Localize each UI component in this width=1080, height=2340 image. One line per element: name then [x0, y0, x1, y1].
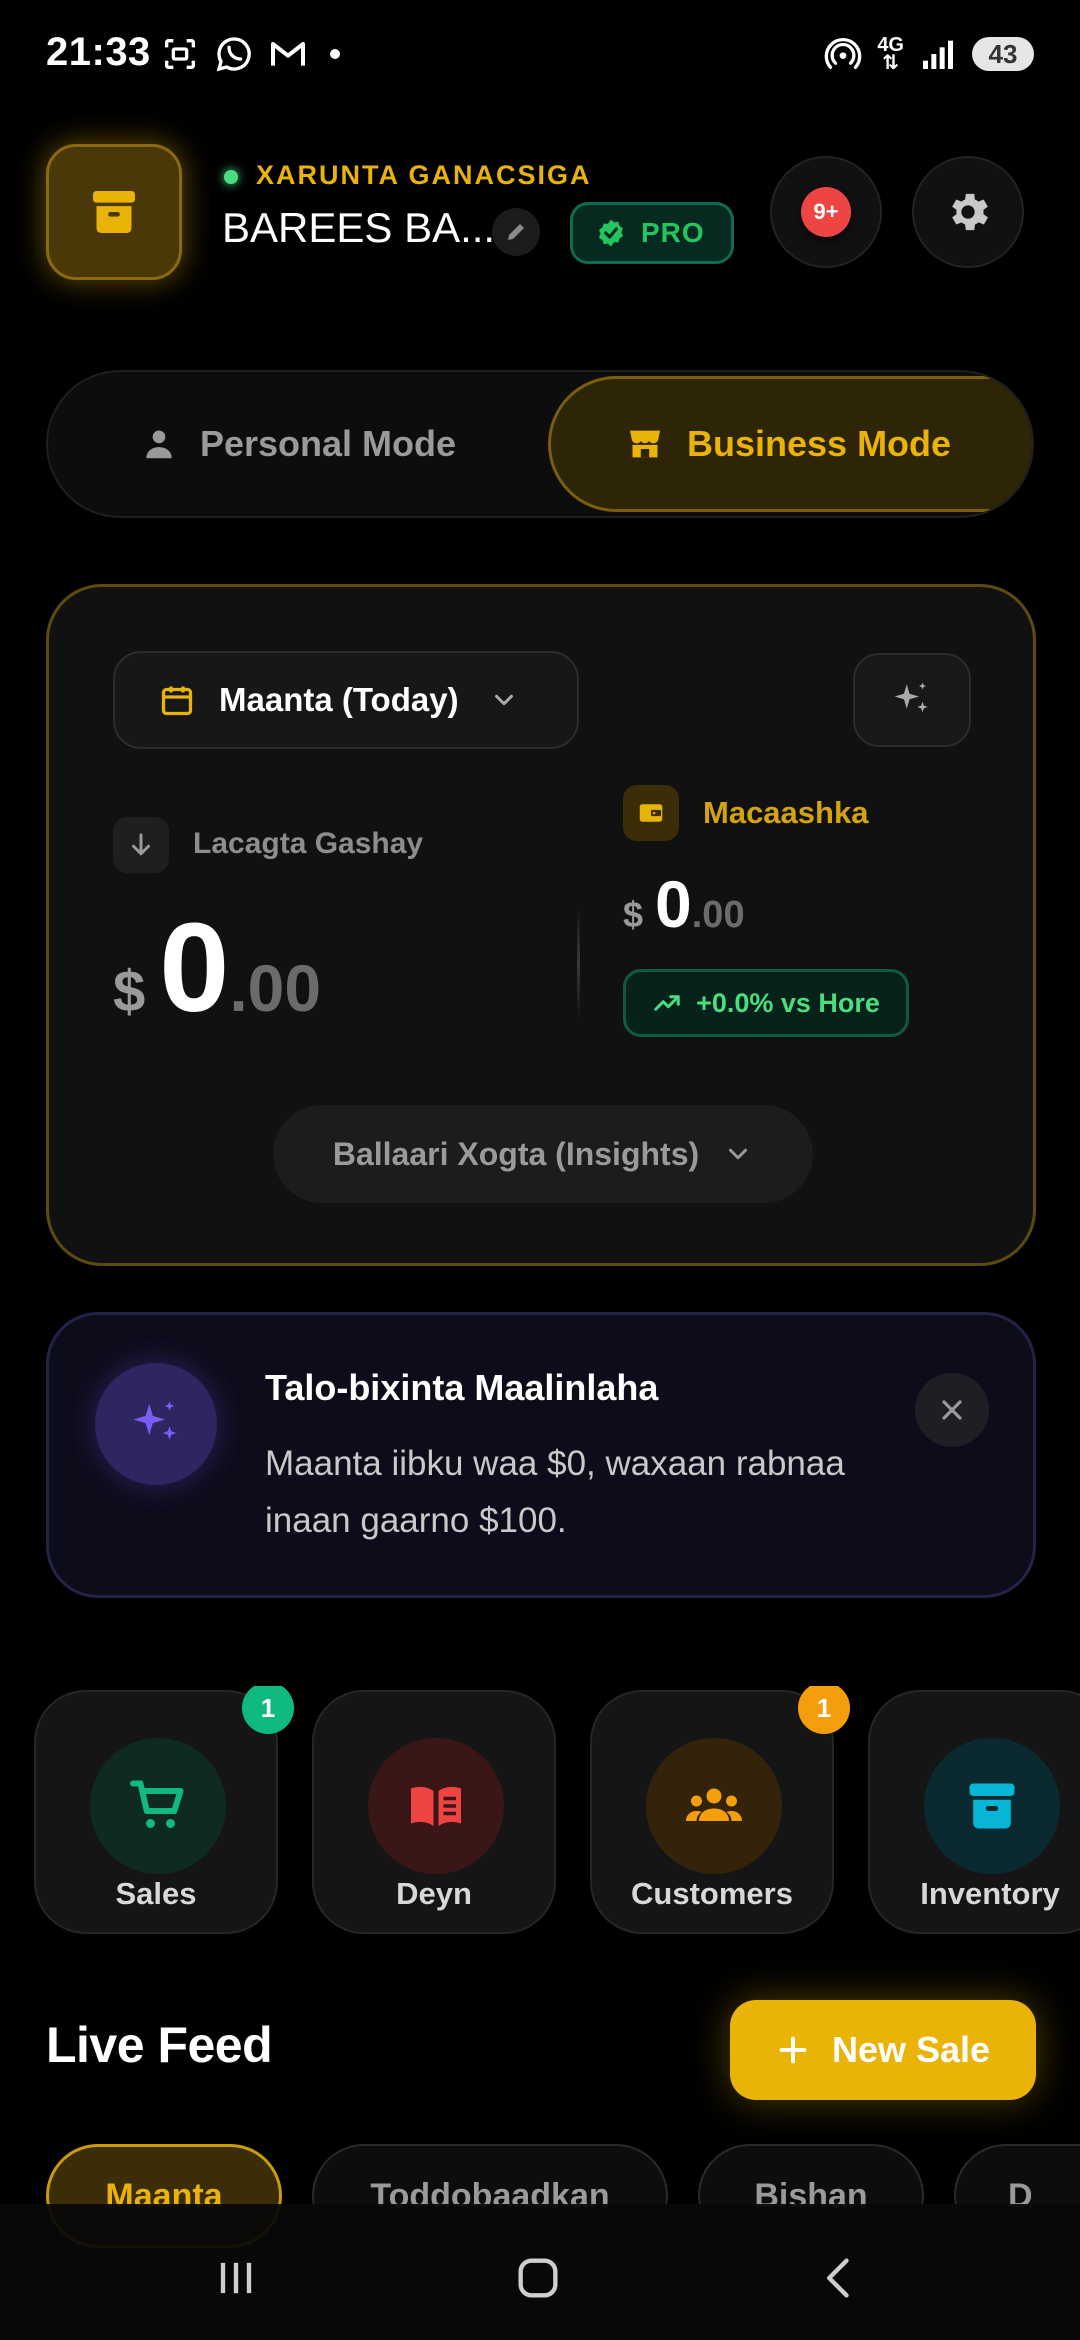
ai-assist-button[interactable] — [853, 653, 971, 747]
cart-icon — [130, 1780, 184, 1828]
sparkles-icon — [894, 682, 928, 713]
personal-mode-label: Personal Mode — [199, 423, 457, 464]
person-icon — [146, 430, 172, 459]
personal-mode-tab[interactable]: Personal Mode — [48, 372, 548, 516]
quick-action-label: Deyn — [396, 1876, 472, 1911]
arrow-down-icon — [132, 833, 150, 856]
chevron-down-icon — [494, 694, 513, 706]
hub-label: XARUNTA GANACSIGA — [256, 160, 592, 190]
back-button[interactable] — [810, 2248, 870, 2308]
date-range-label: Maanta (Today) — [219, 681, 459, 718]
edit-name-button[interactable] — [492, 208, 540, 256]
quick-action-deyn[interactable]: Deyn — [312, 1690, 556, 1934]
screenshot-icon — [165, 39, 195, 69]
close-icon — [942, 1400, 962, 1420]
battery-indicator: 43 — [972, 37, 1034, 71]
home-icon — [518, 2258, 558, 2298]
trend-text: +0.0% vs Hore — [696, 987, 880, 1018]
home-button[interactable] — [508, 2248, 568, 2308]
sparkles-icon — [133, 1401, 177, 1440]
deyn-icon-circle — [368, 1738, 504, 1874]
signal-icon — [923, 40, 953, 69]
pro-badge: PRO — [570, 202, 734, 264]
daily-forecast-card: Talo-bixinta Maalinlaha Maanta iibku waa… — [46, 1312, 1036, 1598]
profit-label: Macaashka — [703, 795, 869, 830]
daily-summary-card: Maanta (Today) Lacagta Gashay $ 0 .00 Ma… — [46, 584, 1036, 1266]
quick-action-inventory[interactable]: Inventory — [868, 1690, 1080, 1934]
income-currency: $ — [113, 959, 146, 1024]
quick-action-customers[interactable]: Customers 1 — [590, 1686, 850, 1934]
network-type: 4G ⇅ — [877, 34, 904, 74]
income-amount-decimal: .00 — [229, 951, 322, 1025]
plus-icon — [779, 2036, 807, 2064]
recents-button[interactable] — [206, 2248, 266, 2308]
archive-icon — [93, 191, 135, 233]
status-bar: 21:33 4G ⇅ 43 — [0, 0, 1080, 110]
divider — [577, 907, 580, 1019]
profit-amount-integer: 0 — [655, 867, 692, 941]
quick-action-label: Customers — [631, 1876, 793, 1911]
more-notifications-dot — [330, 49, 340, 59]
notification-count-badge: 9+ — [801, 187, 851, 237]
profit-amount: $ 0 .00 — [623, 871, 745, 937]
notification-icons — [160, 34, 340, 74]
trending-up-icon — [654, 995, 680, 1011]
business-mode-tab[interactable]: Business Mode — [548, 376, 1032, 512]
business-name[interactable]: BAREES BA... — [222, 204, 495, 252]
forecast-title: Talo-bixinta Maalinlaha — [265, 1367, 659, 1408]
online-status-dot — [224, 170, 238, 184]
users-icon — [686, 1788, 742, 1821]
income-indicator — [113, 817, 169, 873]
back-icon — [827, 2258, 849, 2298]
whatsapp-icon — [216, 37, 251, 72]
expand-insights-button[interactable]: Ballaari Xogta (Insights) — [273, 1105, 813, 1203]
sales-count-badge: 1 — [242, 1686, 294, 1734]
calendar-icon — [161, 686, 193, 716]
chevron-down-icon — [729, 1148, 748, 1160]
new-sale-label: New Sale — [831, 2029, 991, 2070]
trend-badge: +0.0% vs Hore — [623, 969, 909, 1037]
book-icon — [411, 1786, 461, 1826]
quick-action-label: Inventory — [920, 1876, 1060, 1911]
income-amount: $ 0 .00 — [113, 905, 321, 1031]
forecast-icon-badge — [95, 1363, 217, 1485]
recents-icon — [220, 2262, 252, 2294]
wallet-icon — [639, 804, 663, 822]
insights-label: Ballaari Xogta (Insights) — [332, 1135, 700, 1172]
inventory-icon-circle — [924, 1738, 1060, 1874]
sales-icon-circle — [90, 1738, 226, 1874]
mode-toggle: Personal Mode Business Mode — [46, 370, 1034, 518]
live-feed-title: Live Feed — [46, 2017, 273, 2073]
settings-button[interactable] — [912, 156, 1024, 268]
hotspot-icon — [825, 38, 862, 70]
profit-currency: $ — [623, 894, 644, 935]
app-header: XARUNTA GANACSIGA BAREES BA... PRO 9+ — [46, 140, 1036, 290]
income-amount-integer: 0 — [159, 897, 230, 1038]
verified-icon — [599, 219, 623, 247]
customers-count-badge: 1 — [798, 1686, 850, 1734]
pro-label: PRO — [641, 217, 705, 248]
quick-action-sales[interactable]: Sales 1 — [34, 1686, 294, 1934]
quick-action-label: Sales — [115, 1876, 197, 1911]
business-logo[interactable] — [46, 144, 182, 280]
gmail-icon — [271, 42, 305, 66]
system-icons: 4G ⇅ 43 — [823, 34, 1034, 74]
gear-icon — [952, 193, 988, 231]
clock: 21:33 — [46, 30, 151, 74]
profit-indicator — [623, 785, 679, 841]
business-mode-label: Business Mode — [687, 423, 952, 464]
dismiss-forecast-button[interactable] — [915, 1373, 989, 1447]
income-label: Lacagta Gashay — [193, 827, 424, 860]
archive-icon — [969, 1783, 1015, 1829]
pencil-icon — [508, 224, 524, 240]
date-range-dropdown[interactable]: Maanta (Today) — [113, 651, 579, 749]
new-sale-button[interactable]: New Sale — [730, 2000, 1036, 2100]
forecast-message: Maanta iibku waa $0, waxaan rabnaa inaan… — [265, 1444, 845, 1540]
profit-amount-decimal: .00 — [691, 894, 745, 936]
quick-actions-row: Sales 1 Deyn Customers 1 Inventory — [0, 1686, 1080, 1936]
customers-icon-circle — [646, 1738, 782, 1874]
system-navigation-bar — [0, 2204, 1080, 2340]
notifications-button[interactable]: 9+ — [770, 156, 882, 268]
store-icon — [630, 430, 660, 458]
